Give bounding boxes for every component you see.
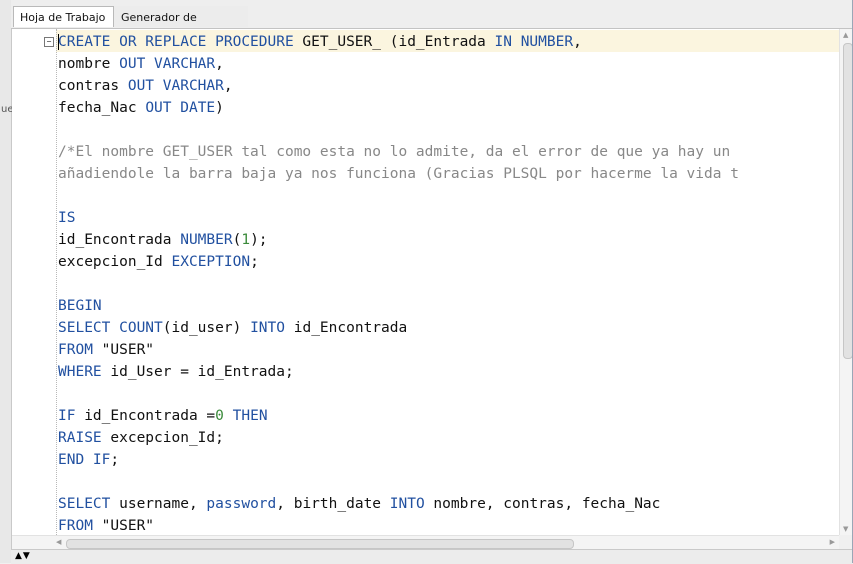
code-line[interactable]: excepcion_Id EXCEPTION; [58,251,739,273]
code-line[interactable] [58,119,739,141]
tab-generador-de-consultas[interactable]: Generador de Consultas [114,6,248,45]
sql-keyword: OUT VARCHAR [119,56,216,72]
code-token: nombre, contras, fecha_Nac [424,496,661,512]
code-line[interactable]: IS [58,207,739,229]
code-token: (id_user) [162,320,251,336]
code-line[interactable]: añadiendole la barra baja ya nos funcion… [58,163,739,185]
code-token: , [573,34,582,50]
editor-gutter [12,29,56,535]
code-token: GET_USER_ (id_Entrada [293,34,495,50]
sql-keyword: NUMBER [180,232,233,248]
scroll-right-icon[interactable]: ▶ [830,538,835,546]
code-line[interactable]: /*El nombre GET_USER tal como esta no lo… [58,141,739,163]
code-line[interactable] [58,383,739,405]
horizontal-scroll-thumb[interactable] [66,539,574,549]
code-token: excepcion_Id; [101,430,224,446]
sql-number: 1 [241,232,251,248]
sql-keyword: EXCEPTION [171,254,251,270]
code-token: "USER" [92,518,155,534]
sql-keyword: IS [58,210,76,226]
code-line[interactable] [58,273,739,295]
sql-code-editor[interactable]: − CREATE OR REPLACE PROCEDURE GET_USER_ … [12,29,839,535]
code-token: ) [215,100,224,116]
sql-keyword: BEGIN [58,298,102,314]
code-token: , [215,56,224,72]
sql-keyword: SELECT [58,496,111,512]
sql-keyword: SELECT COUNT [58,320,163,336]
code-token: id_User = id_Entrada; [101,364,294,380]
code-token: id_Encontrada [58,232,181,248]
code-token: nombre [58,56,120,72]
code-line[interactable]: nombre OUT VARCHAR, [58,53,739,75]
sql-keyword: FROM [58,342,93,358]
code-line[interactable]: BEGIN [58,295,739,317]
code-line[interactable]: SELECT username, password, birth_date IN… [58,493,739,515]
code-line[interactable]: END IF; [58,449,739,471]
horizontal-scrollbar[interactable]: ◀ ▶ [12,535,839,550]
code-token: fecha_Nac [58,100,146,116]
scroll-down-icon[interactable]: ▼ [843,525,848,533]
sql-keyword: CREATE OR REPLACE PROCEDURE [58,34,294,50]
sql-keyword: OUT DATE [145,100,216,116]
sql-keyword: THEN [232,408,268,424]
code-line[interactable]: WHERE id_User = id_Entrada; [58,361,739,383]
code-line[interactable]: FROM "USER" [58,515,739,535]
code-line[interactable] [58,471,739,493]
status-bar: ▲▼ [11,549,853,564]
code-line[interactable]: FROM "USER" [58,339,739,361]
code-line[interactable] [58,185,739,207]
code-line[interactable]: IF id_Encontrada =0 THEN [58,405,739,427]
sql-comment: /*El nombre GET_USER tal como esta no lo… [58,144,731,160]
sql-keyword: OUT VARCHAR [127,78,224,94]
code-token: id_Encontrada [285,320,408,336]
code-line[interactable]: RAISE excepcion_Id; [58,427,739,449]
code-line[interactable]: CREATE OR REPLACE PROCEDURE GET_USER_ (i… [58,31,739,53]
code-token: id_Encontrada = [75,408,216,424]
code-line[interactable]: SELECT COUNT(id_user) INTO id_Encontrada [58,317,739,339]
sql-keyword: IN NUMBER [494,34,574,50]
sql-keyword: INTO [250,320,285,336]
code-line[interactable]: fecha_Nac OUT DATE) [58,97,739,119]
text-caret [58,34,59,50]
gutter-divider [56,29,57,535]
code-token: "USER" [92,342,155,358]
code-token: , [223,78,233,94]
code-token: ; [110,452,120,468]
scroll-left-icon[interactable]: ◀ [56,538,61,546]
vertical-scrollbar[interactable]: ▲ ▼ [839,29,853,535]
code-token: contras [58,78,128,94]
code-token: username, [110,496,207,512]
worksheet-tab-bar: Hoja de Trabajo Generador de Consultas [11,0,853,45]
code-line[interactable]: contras OUT VARCHAR, [58,75,739,97]
code-token: ); [250,232,268,248]
up-down-arrows-icon[interactable]: ▲▼ [15,551,31,561]
sql-keyword: IF [58,408,76,424]
sql-keyword: WHERE [58,364,102,380]
code-text[interactable]: CREATE OR REPLACE PROCEDURE GET_USER_ (i… [58,31,739,535]
side-panel-edge: ue [0,0,14,563]
code-token: , birth_date [276,496,390,512]
fold-collapse-icon[interactable]: − [44,37,54,47]
sql-keyword: password [206,496,277,512]
sql-number: 0 [215,408,224,424]
sql-keyword: INTO [389,496,425,512]
scroll-up-icon[interactable]: ▲ [843,31,848,39]
code-token: ; [250,254,259,270]
sql-keyword: END IF [58,452,111,468]
code-token: excepcion_Id [58,254,172,270]
sql-keyword: FROM [58,518,93,534]
tab-hoja-de-trabajo[interactable]: Hoja de Trabajo [13,6,114,27]
sql-comment: añadiendole la barra baja ya nos funcion… [58,166,739,182]
sql-keyword: RAISE [58,430,102,446]
code-line[interactable]: id_Encontrada NUMBER(1); [58,229,739,251]
